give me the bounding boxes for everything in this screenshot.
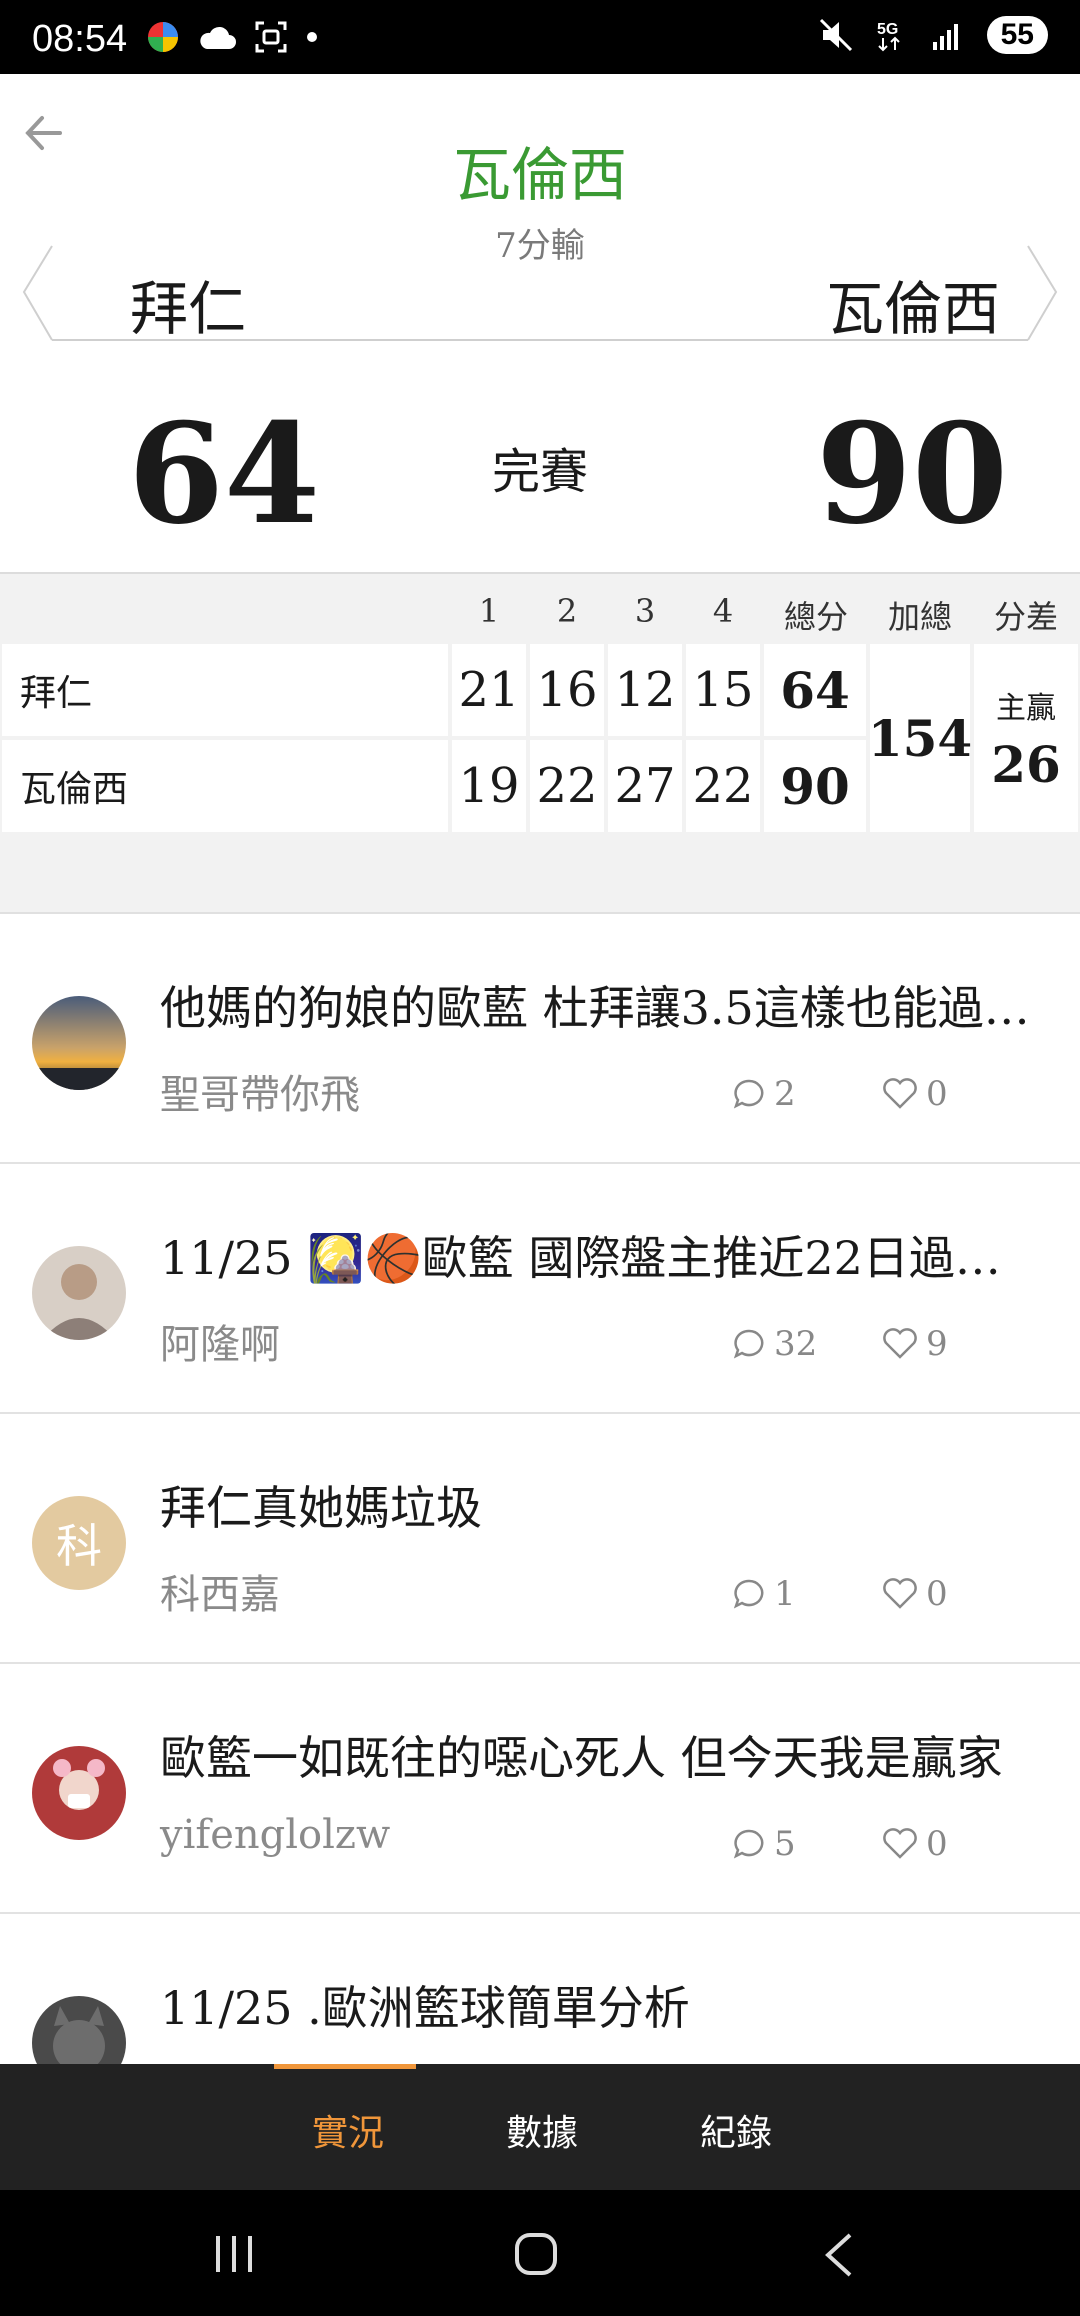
- back-nav-icon[interactable]: [822, 2232, 856, 2278]
- away-score: 90: [816, 392, 1009, 555]
- status-time: 08:54: [32, 18, 128, 60]
- heart-icon: [883, 1078, 917, 1109]
- away-team-name: 瓦倫西: [825, 275, 1000, 343]
- away-q4: 22: [686, 740, 760, 832]
- comment-count[interactable]: 32: [732, 1324, 817, 1364]
- post-title[interactable]: 11/25 🎑🏀歐籃 國際盤主推近22日過了15場: [160, 1222, 1040, 1288]
- comment-icon: [733, 1079, 764, 1109]
- row-home-team: 拜仁: [2, 644, 448, 736]
- post-title[interactable]: 11/25 .歐洲籃球簡單分析: [160, 1972, 1040, 2038]
- tab-stats[interactable]: 數據: [506, 2104, 578, 2156]
- home-q3: 12: [608, 644, 682, 736]
- post-title[interactable]: 他媽的狗娘的歐藍 杜拜讓3.5這樣也能過 我...: [160, 972, 1040, 1038]
- away-q1: 19: [452, 740, 526, 832]
- home-total: 64: [764, 644, 866, 736]
- battery-indicator: 55: [986, 16, 1048, 54]
- like-count-value: 0: [926, 1824, 948, 1864]
- comment-count-value: 32: [774, 1324, 818, 1364]
- row-away-team: 瓦倫西: [2, 740, 448, 832]
- bottom-tab-bar: 實況 數據 紀錄: [0, 2064, 1080, 2190]
- like-count[interactable]: 0: [882, 1074, 948, 1114]
- header-q4: 4: [712, 592, 734, 630]
- comment-icon: [733, 1579, 764, 1609]
- score-table: 1 2 3 4 總分 加總 分差 拜仁 21 16 12 15 64 瓦倫西 1…: [0, 572, 1080, 836]
- post-author[interactable]: 阿隆啊: [160, 1312, 280, 1370]
- header-q3: 3: [634, 592, 656, 630]
- comment-count[interactable]: 1: [732, 1574, 796, 1614]
- user-avatar[interactable]: [32, 1746, 126, 1840]
- comment-count[interactable]: 2: [732, 1074, 796, 1114]
- heart-icon: [883, 1578, 917, 1609]
- post-title[interactable]: 拜仁真她媽垃圾: [160, 1472, 1040, 1538]
- active-tab-indicator: [274, 2064, 416, 2069]
- header-q2: 2: [556, 592, 578, 630]
- comment-count-value: 1: [774, 1574, 796, 1614]
- header-diff: 分差: [993, 598, 1058, 636]
- 5g-signal-icon: 5G: [877, 21, 900, 52]
- comment-icon: [733, 1329, 764, 1359]
- comment-count[interactable]: 5: [732, 1824, 796, 1864]
- heart-icon: [883, 1328, 917, 1359]
- home-q4: 15: [686, 644, 760, 736]
- combined-total: 154: [867, 644, 973, 832]
- home-q2: 16: [530, 644, 604, 736]
- winner-title: 瓦倫西: [452, 141, 627, 209]
- signal-icon: [932, 24, 958, 50]
- combined-total-value: 154: [867, 708, 973, 768]
- comment-count-value: 5: [774, 1824, 796, 1864]
- away-q2: 22: [530, 740, 604, 832]
- home-q1: 21: [452, 644, 526, 736]
- post-item[interactable]: 歐籃一如既往的噁心死人 但今天我是贏家 yifenglolzw 5 0: [0, 1664, 1080, 1914]
- comment-count-value: 2: [774, 1074, 796, 1114]
- home-team-name: 拜仁: [130, 275, 247, 343]
- like-count[interactable]: 0: [882, 1574, 948, 1614]
- away-q3: 27: [608, 740, 682, 832]
- post-item[interactable]: 科 拜仁真她媽垃圾 科西嘉 1 0: [0, 1414, 1080, 1664]
- post-title[interactable]: 歐籃一如既往的噁心死人 但今天我是贏家: [160, 1722, 1040, 1788]
- system-nav-bar: [0, 2190, 1080, 2316]
- heart-icon: [883, 1828, 917, 1859]
- header-total: 總分: [783, 598, 848, 636]
- tab-records[interactable]: 紀錄: [700, 2104, 772, 2156]
- cloud-icon: [200, 26, 236, 49]
- like-count[interactable]: 9: [882, 1324, 948, 1364]
- header-q1: 1: [478, 592, 500, 630]
- like-count-value: 0: [926, 1574, 948, 1614]
- svg-text:5G: 5G: [877, 21, 898, 38]
- like-count-value: 9: [926, 1324, 948, 1364]
- app-notification-icon: [148, 22, 178, 52]
- post-author[interactable]: yifenglolzw: [160, 1812, 390, 1858]
- like-count[interactable]: 0: [882, 1824, 948, 1864]
- post-item[interactable]: 11/25 🎑🏀歐籃 國際盤主推近22日過了15場 阿隆啊 32 9: [0, 1164, 1080, 1414]
- post-item[interactable]: 他媽的狗娘的歐藍 杜拜讓3.5這樣也能過 我... 聖哥帶你飛 2 0: [0, 914, 1080, 1164]
- post-author[interactable]: 科西嘉: [160, 1562, 280, 1620]
- user-avatar[interactable]: [32, 1246, 126, 1340]
- home-icon[interactable]: [514, 2232, 558, 2276]
- post-author[interactable]: 聖哥帶你飛: [160, 1062, 360, 1120]
- point-difference-value: 26: [991, 734, 1061, 794]
- point-difference: 主贏 26: [974, 644, 1078, 832]
- screenshot-icon: [255, 21, 287, 53]
- dot-icon: [307, 32, 317, 42]
- recent-apps-icon[interactable]: [212, 2234, 256, 2274]
- mute-icon: [819, 18, 852, 52]
- like-count-value: 0: [926, 1074, 948, 1114]
- section-divider: [0, 834, 1080, 914]
- status-bar: 08:54 5G 55: [0, 0, 1080, 74]
- user-avatar[interactable]: 科: [32, 1496, 126, 1590]
- away-total: 90: [764, 740, 866, 832]
- comment-icon: [733, 1829, 764, 1859]
- user-avatar[interactable]: [32, 996, 126, 1090]
- tab-live[interactable]: 實況: [312, 2104, 384, 2156]
- header-sum: 加總: [887, 598, 952, 636]
- point-difference-label: 主贏: [996, 690, 1056, 726]
